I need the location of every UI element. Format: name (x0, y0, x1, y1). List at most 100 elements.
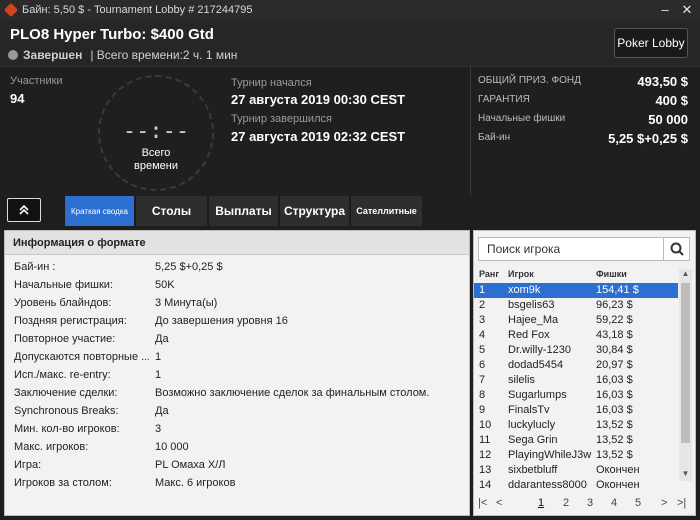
search-button[interactable] (664, 237, 690, 261)
player-row[interactable]: 13 sixbetbluff Окончен (474, 463, 678, 478)
format-key: Исп./макс. re-entry: (14, 369, 111, 381)
player-row[interactable]: 3 Hajee_Ma 59,22 $ (474, 313, 678, 328)
prev-page-icon[interactable]: < (496, 497, 502, 509)
player-chips: 43,18 $ (596, 329, 633, 341)
player-name: FinalsTv (508, 404, 550, 416)
status-label: Завершен (23, 48, 83, 62)
page-link[interactable]: 1 (538, 497, 544, 509)
player-chips: Окончен (596, 464, 640, 476)
format-row: Уровень блайндов: 3 Минута(ы) (5, 297, 469, 315)
format-row: Начальные фишки: 50K (5, 279, 469, 297)
page-link[interactable]: 4 (611, 497, 617, 509)
player-name: Dr.willy-1230 (508, 344, 571, 356)
ended-value: 27 августа 2019 02:32 CEST (231, 129, 406, 144)
format-value: 1 (155, 369, 162, 381)
guarantee-label: ГАРАНТИЯ (478, 94, 530, 105)
player-chips: 16,03 $ (596, 374, 633, 386)
player-search-input[interactable]: Поиск игрока (478, 237, 664, 261)
format-key: Игроков за столом: (14, 477, 112, 489)
player-row[interactable]: 10 luckylucly 13,52 $ (474, 418, 678, 433)
page-link[interactable]: 3 (587, 497, 593, 509)
player-name: PlayingWhileJ3w (508, 449, 592, 461)
format-value: До завершения уровня 16 (155, 315, 288, 327)
players-panel: Поиск игрока Ранг Игрок Фишки 1 xom9k 154,… (473, 230, 696, 516)
scroll-up-icon[interactable]: ▲ (679, 269, 692, 281)
player-chips: 13,52 $ (596, 419, 633, 431)
next-page-icon[interactable]: > (661, 497, 667, 509)
time-clock: --:-- Всего времени (98, 75, 214, 191)
player-name: dodad5454 (508, 359, 564, 371)
format-value: 3 Минута(ы) (155, 297, 218, 309)
player-chips: 154,41 $ (596, 284, 639, 296)
tab-summary[interactable]: Краткая сводка (64, 196, 134, 226)
player-rank: 6 (479, 359, 486, 371)
player-row[interactable]: 1 xom9k 154,41 $ (474, 283, 678, 298)
clock-digits: --:-- (122, 119, 190, 144)
player-name: Red Fox (508, 329, 550, 341)
player-rank: 10 (479, 419, 492, 431)
guarantee-value: 400 $ (655, 93, 688, 108)
collapse-button[interactable] (7, 198, 41, 222)
format-row: Игра: PL Омаха Х/Л (5, 459, 469, 477)
format-row: Заключение сделки: Возможно заключение сд… (5, 387, 469, 405)
player-rank: 7 (479, 374, 486, 386)
clock-caption-line2: времени (134, 160, 178, 172)
player-row[interactable]: 11 Sega Grin 13,52 $ (474, 433, 678, 448)
scroll-down-icon[interactable]: ▼ (679, 469, 692, 481)
player-rank: 2 (479, 299, 486, 311)
clock-caption: Всего времени (100, 147, 212, 173)
players-scrollbar[interactable]: ▲ ▼ (679, 269, 692, 481)
player-row[interactable]: 14 ddarantess8000 Окончен (474, 478, 678, 493)
players-table-header: Ранг Игрок Фишки (474, 268, 684, 282)
poker-lobby-button[interactable]: Poker Lobby (614, 28, 688, 58)
close-button[interactable]: ✕ (678, 2, 696, 18)
format-info-panel: Информация о формате Бай-ин : 5,25 $+0,25… (4, 230, 470, 516)
player-row[interactable]: 2 bsgelis63 96,23 $ (474, 298, 678, 313)
scroll-thumb[interactable] (681, 283, 690, 443)
tab-satellites[interactable]: Сателлитные (350, 196, 422, 226)
column-chips[interactable]: Фишки (596, 269, 627, 279)
player-rank: 9 (479, 404, 486, 416)
format-row: Повторное участие: Да (5, 333, 469, 351)
tab-payouts[interactable]: Выплаты (208, 196, 278, 226)
clock-caption-line1: Всего (141, 147, 171, 159)
player-name: bsgelis63 (508, 299, 555, 311)
minimize-button[interactable]: – (656, 2, 674, 18)
format-value: PL Омаха Х/Л (155, 459, 226, 471)
format-row: Исп./макс. re-entry: 1 (5, 369, 469, 387)
format-key: Уровень блайндов: (14, 297, 112, 309)
info-divider (470, 67, 471, 195)
player-row[interactable]: 12 PlayingWhileJ3w 13,52 $ (474, 448, 678, 463)
player-row[interactable]: 8 Sugarlumps 16,03 $ (474, 388, 678, 403)
tab-tables[interactable]: Столы (135, 196, 207, 226)
format-row: Мин. кол-во игроков: 3 (5, 423, 469, 441)
format-value: Да (155, 405, 169, 417)
format-key: Бай-ин : (14, 261, 56, 273)
format-key: Допускаются повторные ... (14, 351, 149, 363)
format-key: Synchronous Breaks: (14, 405, 119, 417)
player-rank: 5 (479, 344, 486, 356)
player-name: ddarantess8000 (508, 479, 587, 491)
player-name: Sugarlumps (508, 389, 567, 401)
format-value: 3 (155, 423, 162, 435)
page-link[interactable]: 5 (635, 497, 641, 509)
player-name: silelis (508, 374, 535, 386)
player-row[interactable]: 4 Red Fox 43,18 $ (474, 328, 678, 343)
player-row[interactable]: 7 silelis 16,03 $ (474, 373, 678, 388)
player-row[interactable]: 9 FinalsTv 16,03 $ (474, 403, 678, 418)
last-page-icon[interactable]: >| (677, 497, 686, 509)
format-key: Игра: (14, 459, 42, 471)
started-value: 27 августа 2019 00:30 CEST (231, 92, 406, 107)
tab-structure[interactable]: Структура (279, 196, 349, 226)
player-row[interactable]: 6 dodad5454 20,97 $ (474, 358, 678, 373)
tournament-title: PLO8 Hyper Turbo: $400 Gtd (10, 26, 214, 43)
column-player[interactable]: Игрок (508, 269, 534, 279)
ended-label: Турнир завершился (231, 113, 332, 125)
first-page-icon[interactable]: |< (478, 497, 487, 509)
buyin-value: 5,25 $+0,25 $ (608, 131, 688, 146)
participants-label: Участники (10, 75, 63, 87)
page-link[interactable]: 2 (563, 497, 569, 509)
player-row[interactable]: 5 Dr.willy-1230 30,84 $ (474, 343, 678, 358)
player-chips: 96,23 $ (596, 299, 633, 311)
column-rank[interactable]: Ранг (479, 269, 499, 279)
